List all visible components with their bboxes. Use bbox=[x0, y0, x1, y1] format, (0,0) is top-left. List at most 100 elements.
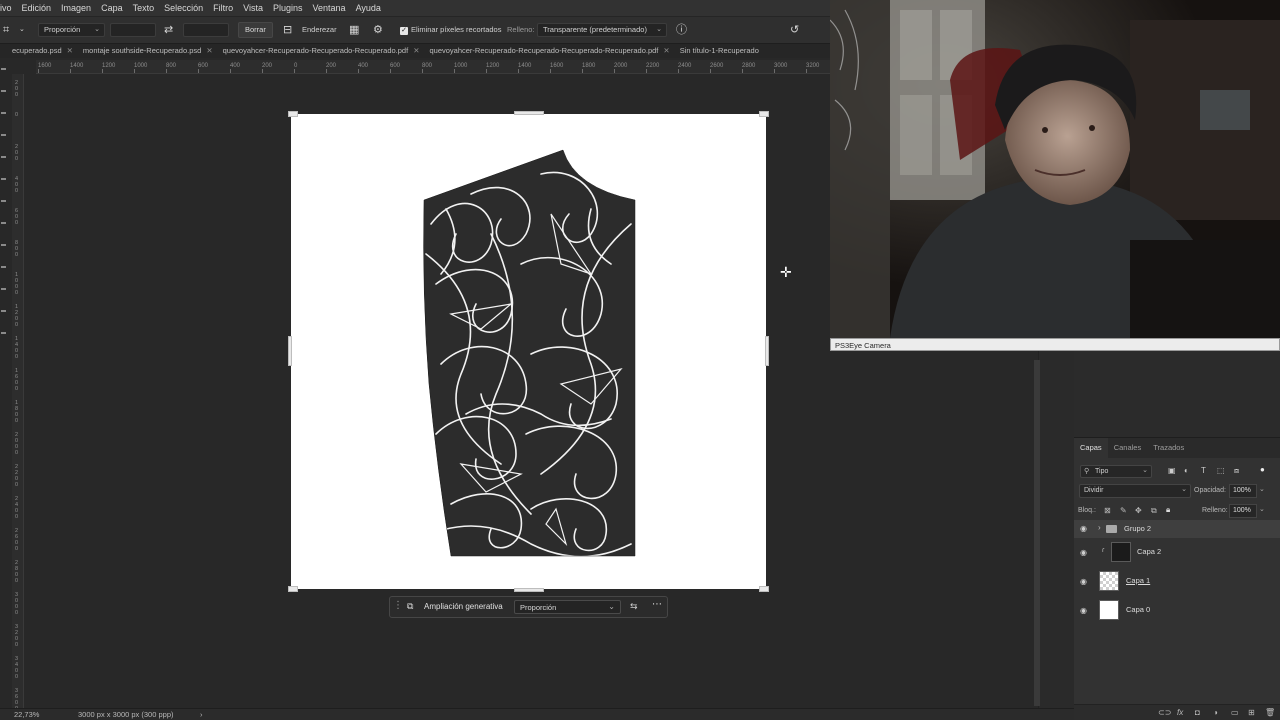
chevron-down-icon: ⌄ bbox=[1142, 467, 1148, 474]
new-layer-icon[interactable]: ⊞ bbox=[1248, 708, 1255, 717]
more-icon[interactable]: ⋯ bbox=[652, 599, 662, 610]
lock-brush-icon[interactable]: ✎ bbox=[1120, 506, 1127, 515]
layer-row[interactable]: ◉ Capa 1 bbox=[1074, 568, 1280, 594]
crop-handle[interactable] bbox=[759, 111, 769, 117]
ruler-tick-label: 1200 bbox=[486, 63, 500, 69]
layer-row-group[interactable]: ◉ › Grupo 2 bbox=[1074, 520, 1280, 538]
filter-adjust-icon[interactable]: ◐ bbox=[1184, 466, 1189, 475]
chevron-right-icon[interactable]: › bbox=[1098, 523, 1101, 532]
swap-icon[interactable]: ⇄ bbox=[164, 23, 173, 37]
trash-icon[interactable]: 🗑︎ bbox=[1265, 708, 1275, 717]
menu-item-layer[interactable]: Capa bbox=[96, 3, 128, 13]
crop-icon[interactable]: ⌗ bbox=[3, 23, 9, 37]
layer-name[interactable]: Capa 2 bbox=[1137, 547, 1161, 556]
crop-handle[interactable] bbox=[765, 336, 769, 366]
tab-document[interactable]: montaje southside-Recuperado.psd ✕ bbox=[78, 44, 218, 58]
menu-item-edit[interactable]: Edición bbox=[17, 3, 57, 13]
menu-item-plugins[interactable]: Plugins bbox=[268, 3, 308, 13]
layer-name[interactable]: Capa 1 bbox=[1126, 576, 1150, 585]
blend-mode-select[interactable]: Dividir ⌄ bbox=[1079, 484, 1191, 498]
fill-input[interactable]: 100% bbox=[1229, 504, 1257, 518]
tab-layers[interactable]: Capas bbox=[1074, 438, 1108, 458]
lock-pixels-icon[interactable]: ⊠ bbox=[1104, 506, 1111, 515]
crop-handle[interactable] bbox=[759, 586, 769, 592]
mask-icon[interactable]: ◘ bbox=[1195, 708, 1200, 717]
eye-icon[interactable]: ◉ bbox=[1080, 606, 1087, 615]
ruler-tick-mark bbox=[678, 69, 679, 73]
canvas-scrollbar[interactable] bbox=[1034, 360, 1040, 706]
filter-pixel-icon[interactable]: ▣ bbox=[1168, 466, 1176, 475]
straighten-icon[interactable]: ⊟ bbox=[283, 23, 292, 37]
menu-item-view[interactable]: Vista bbox=[238, 3, 268, 13]
chevron-down-icon[interactable]: ⌄ bbox=[19, 23, 25, 37]
layer-name[interactable]: Grupo 2 bbox=[1124, 524, 1151, 533]
layer-name[interactable]: Capa 0 bbox=[1126, 605, 1150, 614]
ratio-select[interactable]: Proporción ⌄ bbox=[38, 23, 105, 37]
gear-icon[interactable]: ⚙ bbox=[373, 23, 383, 37]
menu-item-window[interactable]: Ventana bbox=[308, 3, 351, 13]
filter-shape-icon[interactable]: ⬚ bbox=[1217, 466, 1225, 475]
menu-item-type[interactable]: Texto bbox=[128, 3, 160, 13]
tab-label: Sin título-1-Recuperado bbox=[679, 46, 759, 55]
tab-document[interactable]: Sin título-1-Recuperado bbox=[675, 44, 764, 58]
close-icon[interactable]: ✕ bbox=[67, 46, 73, 55]
crop-handle[interactable] bbox=[288, 336, 292, 366]
crop-handle[interactable] bbox=[514, 588, 544, 592]
info-icon[interactable]: ⓘ bbox=[676, 23, 687, 37]
link-layers-icon[interactable]: ⊂⊃ bbox=[1158, 708, 1171, 717]
menu-item-select[interactable]: Selección bbox=[159, 3, 208, 13]
chevron-down-icon[interactable]: ⌄ bbox=[1259, 505, 1265, 513]
fx-icon[interactable]: fx bbox=[1177, 708, 1183, 717]
zoom-level[interactable]: 22,73% bbox=[14, 710, 39, 719]
lock-position-icon[interactable]: ✥ bbox=[1135, 506, 1142, 515]
clear-button[interactable]: Borrar bbox=[238, 22, 273, 38]
taskbar-ratio-select[interactable]: Proporción ⌄ bbox=[514, 600, 621, 614]
close-icon[interactable]: ✕ bbox=[206, 46, 212, 55]
new-group-icon[interactable]: ▭ bbox=[1231, 708, 1239, 717]
ruler-tick-label: 1000 bbox=[454, 63, 468, 69]
tab-paths[interactable]: Trazados bbox=[1147, 438, 1190, 458]
tab-document[interactable]: quevoyahcer-Recuperado-Recuperado-Recupe… bbox=[218, 44, 425, 58]
filter-toggle-icon[interactable]: ● bbox=[1260, 465, 1265, 474]
drag-handle-icon[interactable]: ⋮ bbox=[393, 600, 403, 611]
grid-icon[interactable]: ▦ bbox=[349, 23, 359, 37]
chevron-right-icon[interactable]: › bbox=[200, 710, 203, 719]
fill-select[interactable]: Transparente (predeterminado) ⌄ bbox=[537, 23, 667, 37]
menu-item-help[interactable]: Ayuda bbox=[351, 3, 386, 13]
eye-icon[interactable]: ◉ bbox=[1080, 548, 1087, 557]
tab-document[interactable]: quevoyahcer-Recuperado-Recuperado-Recupe… bbox=[424, 44, 674, 58]
delete-cropped-checkbox[interactable]: ✓ bbox=[400, 27, 408, 35]
lock-artboard-icon[interactable]: ⧉ bbox=[1151, 506, 1157, 516]
menu-bar: ivo Edición Imagen Capa Texto Selección … bbox=[0, 0, 830, 16]
lock-icon[interactable]: 🔒︎ bbox=[1166, 505, 1170, 515]
opacity-input[interactable]: 100% bbox=[1229, 484, 1257, 498]
menu-item-image[interactable]: Imagen bbox=[56, 3, 96, 13]
width-input[interactable] bbox=[110, 23, 156, 37]
straighten-button[interactable]: Enderezar bbox=[302, 23, 337, 37]
eye-icon[interactable]: ◉ bbox=[1080, 524, 1087, 533]
layer-row[interactable]: ◉ Capa 0 bbox=[1074, 597, 1280, 623]
menu-item-filter[interactable]: Filtro bbox=[208, 3, 238, 13]
crop-handle[interactable] bbox=[514, 111, 544, 115]
adjustment-icon[interactable]: ◑ bbox=[1213, 708, 1218, 717]
tab-channels[interactable]: Canales bbox=[1108, 438, 1148, 458]
document-canvas[interactable] bbox=[288, 111, 769, 592]
chevron-down-icon[interactable]: ⌄ bbox=[1259, 485, 1265, 493]
layer-filter-select[interactable]: ⚲ Tipo ⌄ bbox=[1080, 465, 1152, 478]
tab-document[interactable]: ecuperado.psd ✕ bbox=[0, 44, 78, 58]
swap-orientation-icon[interactable]: ⇆ bbox=[630, 601, 638, 612]
eye-icon[interactable]: ◉ bbox=[1080, 577, 1087, 586]
height-input[interactable] bbox=[183, 23, 229, 37]
layer-row[interactable]: ◉ ɾ Capa 2 bbox=[1074, 539, 1280, 565]
filter-type-icon[interactable]: T bbox=[1201, 466, 1206, 475]
generative-expand-button[interactable]: Ampliación generativa bbox=[424, 602, 503, 611]
crop-handle[interactable] bbox=[288, 586, 298, 592]
close-icon[interactable]: ✕ bbox=[663, 46, 669, 55]
tools-panel[interactable] bbox=[0, 60, 10, 360]
filter-smart-icon[interactable]: ⧈ bbox=[1234, 466, 1239, 476]
menu-item-file[interactable]: ivo bbox=[0, 3, 17, 13]
close-icon[interactable]: ✕ bbox=[413, 46, 419, 55]
crop-handle[interactable] bbox=[288, 111, 298, 117]
ruler-tick-mark bbox=[102, 69, 103, 73]
reset-icon[interactable]: ↺ bbox=[790, 23, 799, 37]
